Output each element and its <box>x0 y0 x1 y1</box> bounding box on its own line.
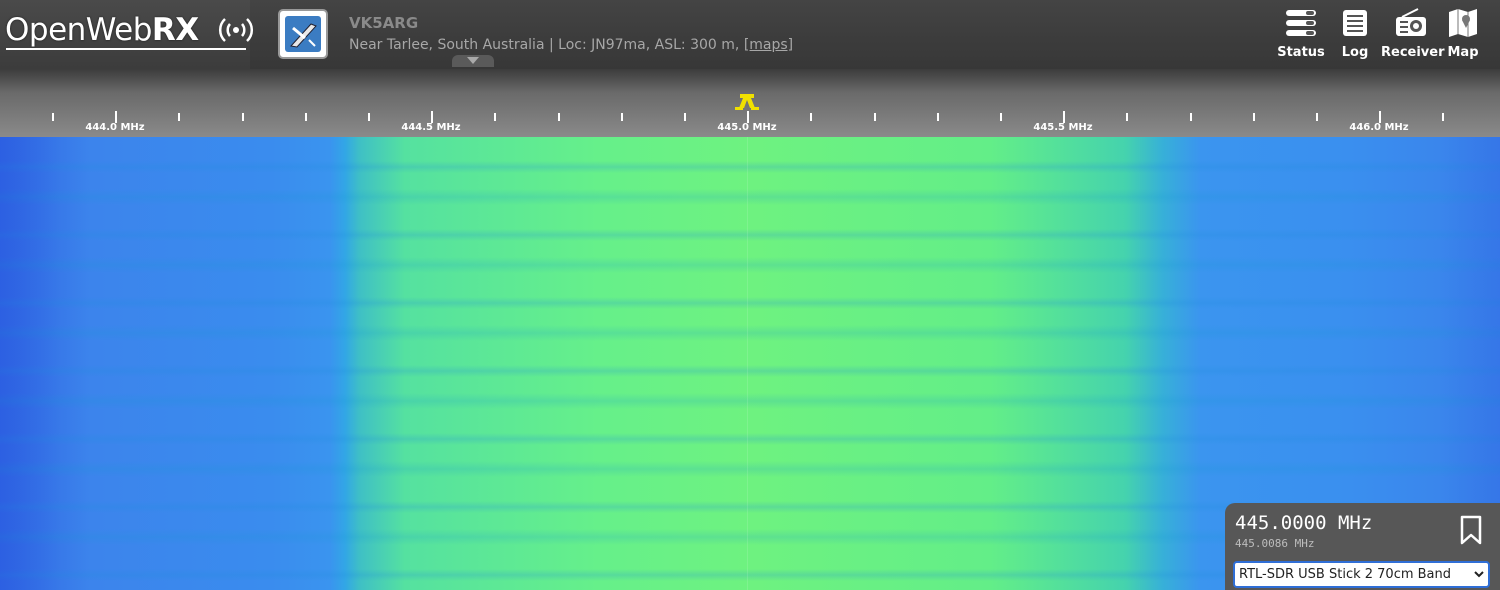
scale-label: 444.0 MHz <box>85 122 145 133</box>
receiver-location: Near Tarlee, South Australia <box>349 37 545 53</box>
scale-tick <box>1126 113 1128 121</box>
radio-waves-icon <box>218 18 254 42</box>
log-label: Log <box>1341 45 1369 60</box>
scale-tick <box>305 113 307 121</box>
receiver-description: Near Tarlee, South Australia | Loc: JN97… <box>349 37 793 53</box>
logo-text: OpenWeb <box>5 12 152 48</box>
scale-tick <box>494 113 496 121</box>
scale-tick <box>684 113 686 121</box>
receiver-icon <box>1396 8 1426 36</box>
log-button[interactable]: Log <box>1325 8 1385 63</box>
scale-tick <box>178 113 180 121</box>
status-label: Status <box>1277 45 1325 60</box>
frequency-panel: 445.0000 MHz 445.0086 MHz RTL-SDR USB St… <box>1225 503 1500 590</box>
profile-select[interactable]: RTL-SDR USB Stick 2 70cm Band <box>1233 561 1490 588</box>
profile-select-value: RTL-SDR USB Stick 2 70cm Band <box>1239 567 1452 582</box>
map-label: Map <box>1447 45 1479 60</box>
scale-tick <box>558 113 560 121</box>
bookmark-icon[interactable] <box>1459 515 1483 545</box>
top-bar: OpenWebRX VK5ARG Near Tarlee, South Aust… <box>0 0 1500 69</box>
tuning-marker-icon[interactable] <box>733 94 761 110</box>
scale-tick <box>1190 113 1192 121</box>
scale-tick <box>874 113 876 121</box>
map-icon <box>1449 9 1477 37</box>
scale-label: 444.5 MHz <box>401 122 461 133</box>
scale-tick <box>810 113 812 121</box>
offset-frequency: 445.0086 MHz <box>1235 537 1315 550</box>
scale-label: 445.5 MHz <box>1033 122 1093 133</box>
scale-tick <box>621 113 623 121</box>
scale-tick <box>1253 113 1255 121</box>
receiver-title: VK5ARG <box>349 14 419 32</box>
scale-tick <box>52 113 54 121</box>
scale-label: 446.0 MHz <box>1349 122 1409 133</box>
scale-tick <box>1442 113 1444 121</box>
scale-label: 445.0 MHz <box>717 122 777 133</box>
maps-link[interactable]: [maps] <box>744 37 793 53</box>
header-collapse-tab[interactable] <box>452 55 494 67</box>
scale-tick <box>1316 113 1318 121</box>
receiver-details: | Loc: JN97ma, ASL: 300 m, <box>544 37 744 53</box>
receiver-button[interactable]: Receiver <box>1381 8 1445 63</box>
logo-underline <box>6 48 246 50</box>
chevron-down-icon <box>1474 571 1484 578</box>
scale-tick <box>1000 113 1002 121</box>
frequency-scale[interactable]: 444.0 MHz 444.5 MHz 445.0 MHz 445.5 MHz … <box>0 69 1500 137</box>
log-icon <box>1343 10 1367 36</box>
map-button[interactable]: Map <box>1433 8 1493 63</box>
receiver-avatar[interactable] <box>278 9 328 59</box>
scale-tick <box>368 113 370 121</box>
status-button[interactable]: Status <box>1271 8 1331 63</box>
swiss-knife-icon <box>290 23 317 48</box>
logo-text-bold: RX <box>151 12 199 48</box>
scale-tick <box>242 113 244 121</box>
scale-tick <box>937 113 939 121</box>
chevron-down-icon <box>467 57 479 64</box>
tuning-center-line <box>747 137 748 590</box>
avatar-image <box>285 16 321 52</box>
receiver-label: Receiver <box>1381 45 1445 60</box>
frequency-display[interactable]: 445.0000 MHz <box>1235 512 1372 534</box>
status-icon <box>1286 10 1316 36</box>
